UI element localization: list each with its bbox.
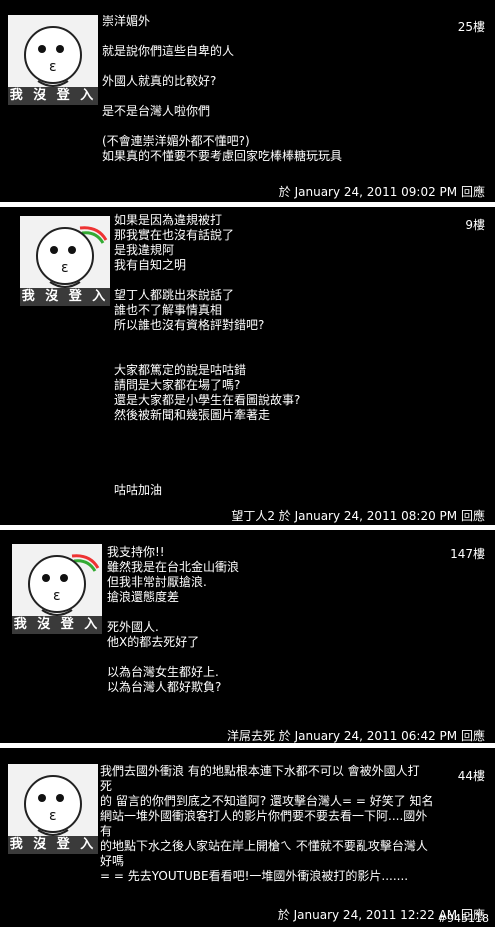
svg-text:ε: ε: [49, 808, 57, 824]
comment-post: ε 我 沒 登 入 崇洋媚外 就是說你們這些自卑的人 外國人就真的比較好? 是不…: [0, 0, 495, 202]
reply-link[interactable]: 回應: [461, 185, 485, 199]
login-label: 我 沒 登 入: [8, 87, 98, 105]
floor-number: 9樓: [465, 218, 485, 232]
post-date: 於 January 24, 2011 08:20 PM: [278, 509, 458, 523]
svg-text:ε: ε: [61, 260, 69, 276]
avatar: ε 我 沒 登 入: [12, 544, 102, 634]
post-meta: 洋屌去死 於 January 24, 2011 06:42 PM 回應: [227, 727, 485, 744]
comment-post: ε 我 沒 登 入 如果是因為違規被打 那我實在也沒有話說了 是我違規阿 我有自…: [0, 207, 495, 525]
comment-body: 我支持你!! 雖然我是在台北金山衝浪 但我非常討厭搶浪. 搶浪還態度差 死外國人…: [107, 545, 240, 694]
reply-link[interactable]: 回應: [461, 729, 485, 743]
svg-text:ε: ε: [49, 59, 57, 75]
comment-body: 如果是因為違規被打 那我實在也沒有話說了 是我違規阿 我有自知之明 望丁人都跳出…: [114, 213, 301, 497]
avatar: ε 我 沒 登 入: [8, 764, 98, 854]
login-label: 我 沒 登 入: [12, 616, 102, 634]
post-meta: 於 January 24, 2011 09:02 PM 回應: [279, 183, 485, 200]
svg-text:ε: ε: [53, 588, 61, 604]
comment-body: 崇洋媚外 就是說你們這些自卑的人 外國人就真的比較好? 是不是台灣人啦你們 (不…: [102, 14, 343, 163]
page-id: #945118: [437, 912, 489, 925]
login-label: 我 沒 登 入: [20, 288, 110, 306]
comment-post: ε 我 沒 登 入 我們去國外衝浪 有的地點根本連下水都不可以 會被外國人打 死…: [0, 748, 495, 927]
avatar: ε 我 沒 登 入: [20, 216, 110, 306]
avatar: ε 我 沒 登 入: [8, 15, 98, 105]
author-name[interactable]: 洋屌去死: [227, 729, 275, 743]
floor-number: 25樓: [457, 20, 485, 34]
login-label: 我 沒 登 入: [8, 836, 98, 854]
post-date: 於 January 24, 2011 06:42 PM: [278, 729, 458, 743]
reply-link[interactable]: 回應: [461, 509, 485, 523]
comment-body: 我們去國外衝浪 有的地點根本連下水都不可以 會被外國人打 死 的 留言的你們到底…: [100, 764, 434, 883]
post-date: 於 January 24, 2011 12:22 AM: [277, 908, 458, 922]
post-meta: 望丁人2 於 January 24, 2011 08:20 PM 回應: [231, 507, 485, 524]
floor-number: 147樓: [450, 547, 485, 561]
comment-post: ε 我 沒 登 入 我支持你!! 雖然我是在台北金山衝浪 但我非常討厭搶浪. 搶…: [0, 530, 495, 743]
floor-number: 44樓: [457, 769, 485, 783]
post-date: 於 January 24, 2011 09:02 PM: [278, 185, 458, 199]
author-name[interactable]: 望丁人2: [231, 509, 275, 523]
